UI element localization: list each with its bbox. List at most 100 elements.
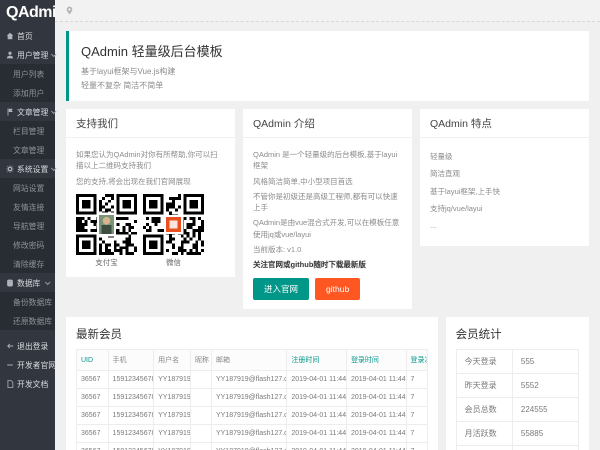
- cell-login-count: 7: [406, 371, 427, 389]
- alipay-qr-label: 支付宝: [76, 257, 137, 268]
- member-table-row: 36567 15912345678 YY187919 YY187919@flas…: [77, 425, 428, 443]
- cell-phone: 15912345678: [108, 443, 154, 450]
- sidebar-item-change-password[interactable]: 修改密码: [0, 235, 55, 254]
- stats-value: 5552: [512, 374, 578, 398]
- feature-line: 支持jq/vue/layui: [430, 203, 579, 214]
- intro-line: 当前版本: v1.0: [253, 244, 402, 255]
- feature-line: 轻量级: [430, 151, 579, 162]
- location-pin-icon[interactable]: [65, 6, 74, 15]
- stats-value: 55885: [512, 422, 578, 446]
- intro-card: QAdmin 介绍 QAdmin 是一个轻量级的后台模板,基于layui框架风格…: [243, 109, 412, 309]
- sidebar-nav: 首页 用户管理 用户列表 添加用户 文章管理 栏目管理 文章: [0, 26, 55, 393]
- support-text-2: 您的支持,将会出现在我们官网展现: [76, 176, 225, 187]
- enter-site-button[interactable]: 进入官网: [253, 278, 309, 300]
- sidebar-item-restore-database[interactable]: 还原数据库: [0, 311, 55, 330]
- sidebar-item-user-management[interactable]: 用户管理: [0, 45, 55, 64]
- stats-label: 今天登录: [456, 350, 512, 374]
- feature-line: 简洁直观: [430, 168, 579, 179]
- col-header-uid[interactable]: UID: [77, 350, 109, 371]
- cell-email: YY187919@flash127.com: [211, 407, 286, 425]
- cell-login-time: 2019-04-01 11:44:20: [346, 407, 406, 425]
- sidebar-item-nav-management[interactable]: 导航管理: [0, 216, 55, 235]
- alipay-qr-block: 支付宝: [76, 194, 137, 268]
- support-text-1: 如果您认为QAdmin对你有所帮助,你可以扫描以上二维码支持我们: [76, 149, 225, 172]
- wechat-qr-label: 微信: [143, 257, 204, 268]
- intro-card-title: QAdmin 介绍: [243, 109, 412, 138]
- sidebar-item-database[interactable]: 数据库: [0, 273, 55, 292]
- cell-username: YY187919: [154, 407, 191, 425]
- minus-icon: [5, 360, 14, 369]
- database-icon: [5, 278, 14, 287]
- latest-members-title: 最新会员: [76, 326, 428, 342]
- welcome-line1: 基于layui框架与Vue.js构建: [81, 66, 577, 77]
- stats-label: 昨天登录: [456, 374, 512, 398]
- gear-icon: [5, 164, 14, 173]
- github-button[interactable]: github: [315, 278, 360, 300]
- cell-username: YY187919: [154, 371, 191, 389]
- sidebar-item-clear-cache[interactable]: 清除缓存: [0, 254, 55, 273]
- members-header-row: UID 手机 用户名 昵称 邮箱 注册时间 登录时间 登录次数: [77, 350, 428, 371]
- cell-uid: 36567: [77, 407, 109, 425]
- cell-username: YY187919: [154, 389, 191, 407]
- members-table: UID 手机 用户名 昵称 邮箱 注册时间 登录时间 登录次数: [76, 349, 428, 450]
- cell-login-count: 7: [406, 443, 427, 450]
- intro-lines: QAdmin 是一个轻量级的后台模板,基于layui框架风格简洁简单,中小型项目…: [253, 149, 402, 255]
- col-header-login-time[interactable]: 登录时间: [346, 350, 406, 371]
- welcome-title: QAdmin 轻量级后台模板: [81, 41, 577, 60]
- cell-nickname: [190, 443, 211, 450]
- cell-phone: 15912345678: [108, 371, 154, 389]
- sidebar-item-article-list[interactable]: 文章管理: [0, 140, 55, 159]
- cell-nickname: [190, 425, 211, 443]
- user-icon: [5, 50, 14, 59]
- cell-uid: 36567: [77, 443, 109, 450]
- stats-row: 今天登录 555: [456, 350, 578, 374]
- cell-username: YY187919: [154, 425, 191, 443]
- features-card-title: QAdmin 特点: [420, 109, 589, 138]
- stats-row: 月活跃数 55885: [456, 422, 578, 446]
- col-header-email: 邮箱: [211, 350, 286, 371]
- home-icon: [5, 31, 14, 40]
- logout-arrow-icon: [5, 341, 14, 350]
- cell-email: YY187919@flash127.com: [211, 389, 286, 407]
- stats-value: 5485885: [512, 446, 578, 450]
- sidebar-item-backup-database[interactable]: 备份数据库: [0, 292, 55, 311]
- cell-register-time: 2019-04-01 11:44:20: [287, 443, 347, 450]
- cell-uid: 36567: [77, 389, 109, 407]
- sidebar-item-site-settings[interactable]: 网站设置: [0, 178, 55, 197]
- col-header-nickname: 昵称: [190, 350, 211, 371]
- col-header-phone: 手机: [108, 350, 154, 371]
- cell-login-count: 7: [406, 407, 427, 425]
- intro-line: QAdmin 是一个轻量级的后台模板,基于layui框架: [253, 149, 402, 172]
- sidebar-item-dev-docs[interactable]: 开发文档: [0, 374, 55, 393]
- col-header-login-count[interactable]: 登录次数: [406, 350, 427, 371]
- sidebar-item-friend-links[interactable]: 友情连接: [0, 197, 55, 216]
- member-table-row: 36567 15912345678 YY187919 YY187919@flas…: [77, 389, 428, 407]
- sidebar-item-add-user[interactable]: 添加用户: [0, 83, 55, 102]
- cell-login-time: 2019-04-01 11:44:20: [346, 371, 406, 389]
- sidebar-item-system-settings[interactable]: 系统设置: [0, 159, 55, 178]
- cell-phone: 15912345678: [108, 389, 154, 407]
- welcome-banner: QAdmin 轻量级后台模板 基于layui框架与Vue.js构建 轻量不复杂 …: [66, 31, 589, 101]
- document-icon: [5, 379, 14, 388]
- cell-register-time: 2019-04-01 11:44:20: [287, 425, 347, 443]
- sidebar-item-logout[interactable]: 退出登录: [0, 336, 55, 355]
- stats-label: 月活跃数: [456, 422, 512, 446]
- stats-value: 555: [512, 350, 578, 374]
- stats-row: 季活跃数 5485885: [456, 446, 578, 450]
- sidebar-item-home[interactable]: 首页: [0, 26, 55, 45]
- member-stats-panel: 会员统计 今天登录 555 昨天登录 5552 会员总数 224555: [446, 317, 589, 450]
- feature-line: ...: [430, 220, 579, 231]
- sidebar-item-user-list[interactable]: 用户列表: [0, 64, 55, 83]
- sidebar-item-developer-site[interactable]: 开发者官网: [0, 355, 55, 374]
- cell-nickname: [190, 407, 211, 425]
- member-stats-title: 会员统计: [456, 326, 579, 342]
- wechat-qr-block: 微信: [143, 194, 204, 268]
- qadmin-app: QAdmin 首页 用户管理 用户列表 添加用户 文章管理: [0, 0, 600, 450]
- sidebar-item-column-management[interactable]: 栏目管理: [0, 121, 55, 140]
- sidebar-item-article-management[interactable]: 文章管理: [0, 102, 55, 121]
- cell-login-count: 7: [406, 389, 427, 407]
- support-card: 支持我们 如果您认为QAdmin对你有所帮助,你可以扫描以上二维码支持我们 您的…: [66, 109, 235, 277]
- col-header-register-time[interactable]: 注册时间: [287, 350, 347, 371]
- feature-lines: 轻量级简洁直观基于layui框架,上手快支持jq/vue/layui...: [430, 151, 579, 231]
- qr-codes: 支付宝 微信: [76, 194, 225, 268]
